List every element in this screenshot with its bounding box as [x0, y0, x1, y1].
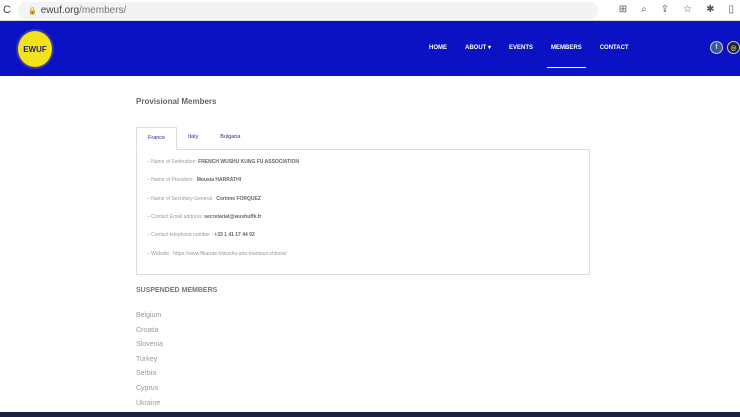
list-item: Croatia: [136, 324, 163, 339]
nav-about[interactable]: ABOUT ▾: [456, 21, 500, 76]
info-row: – Name of Federation: FRENCH WUSHU KUNG …: [147, 159, 299, 165]
list-item: Ukraine: [136, 397, 163, 412]
nav-events[interactable]: EVENTS: [500, 21, 542, 76]
info-row: – Contact Email address: secretariat@wus…: [147, 214, 261, 220]
info-row: – Contact telephone number : +33 1 41 17…: [147, 232, 255, 238]
share-icon[interactable]: ⇪: [661, 4, 669, 15]
info-row: – Website : https://www.ffkarate.fr/wush…: [147, 251, 287, 257]
list-item: Turkey: [136, 353, 163, 368]
facebook-icon[interactable]: f: [710, 41, 723, 54]
nav-home[interactable]: HOME: [420, 21, 456, 76]
page-title: Provisional Members: [136, 97, 216, 106]
address-bar[interactable]: 🔒 ewuf.org/members/: [18, 2, 598, 19]
info-row: – Name of President : Mousia HARRATHI: [147, 177, 241, 183]
extensions-icon[interactable]: ✱: [706, 4, 714, 15]
ewuf-logo[interactable]: EWUF: [16, 29, 54, 69]
footer-strip: [0, 412, 740, 417]
url-host: ewuf.org: [41, 5, 79, 16]
suspended-title: SUSPENDED MEMBERS: [136, 287, 217, 294]
list-item: Slovenia: [136, 338, 163, 353]
browser-toolbar: C 🔒 ewuf.org/members/ ⊞ ⌕ ⇪ ☆ ✱ ▯: [0, 0, 740, 21]
nav-contact[interactable]: CONTACT: [591, 21, 638, 76]
list-item: Belgium: [136, 309, 163, 324]
zoom-icon[interactable]: ⌕: [641, 4, 647, 15]
main-nav: HOME ABOUT ▾ EVENTS MEMBERS CONTACT: [420, 21, 638, 76]
lock-icon: 🔒: [28, 8, 37, 15]
reload-icon[interactable]: C: [3, 4, 11, 16]
country-tabs: France Italy Bulgaria: [136, 127, 251, 150]
sidepanel-icon[interactable]: ▯: [728, 4, 734, 15]
instagram-icon[interactable]: ◎: [727, 41, 740, 54]
tab-panel: – Name of Federation: FRENCH WUSHU KUNG …: [136, 149, 590, 275]
star-icon[interactable]: ☆: [683, 4, 692, 15]
translate-icon[interactable]: ⊞: [619, 4, 627, 15]
tab-italy[interactable]: Italy: [177, 127, 209, 150]
info-row: – Name of Secretary General : Corinne FO…: [147, 196, 261, 202]
nav-members[interactable]: MEMBERS: [542, 21, 591, 76]
tab-france[interactable]: France: [136, 127, 177, 150]
suspended-list: Belgium Croatia Slovenia Turkey Serbia C…: [136, 309, 163, 411]
url-path: /members/: [79, 5, 126, 16]
site-header: EWUF HOME ABOUT ▾ EVENTS MEMBERS CONTACT…: [0, 21, 740, 76]
list-item: Serbia: [136, 367, 163, 382]
list-item: Cyprus: [136, 382, 163, 397]
tab-bulgaria[interactable]: Bulgaria: [209, 127, 251, 150]
